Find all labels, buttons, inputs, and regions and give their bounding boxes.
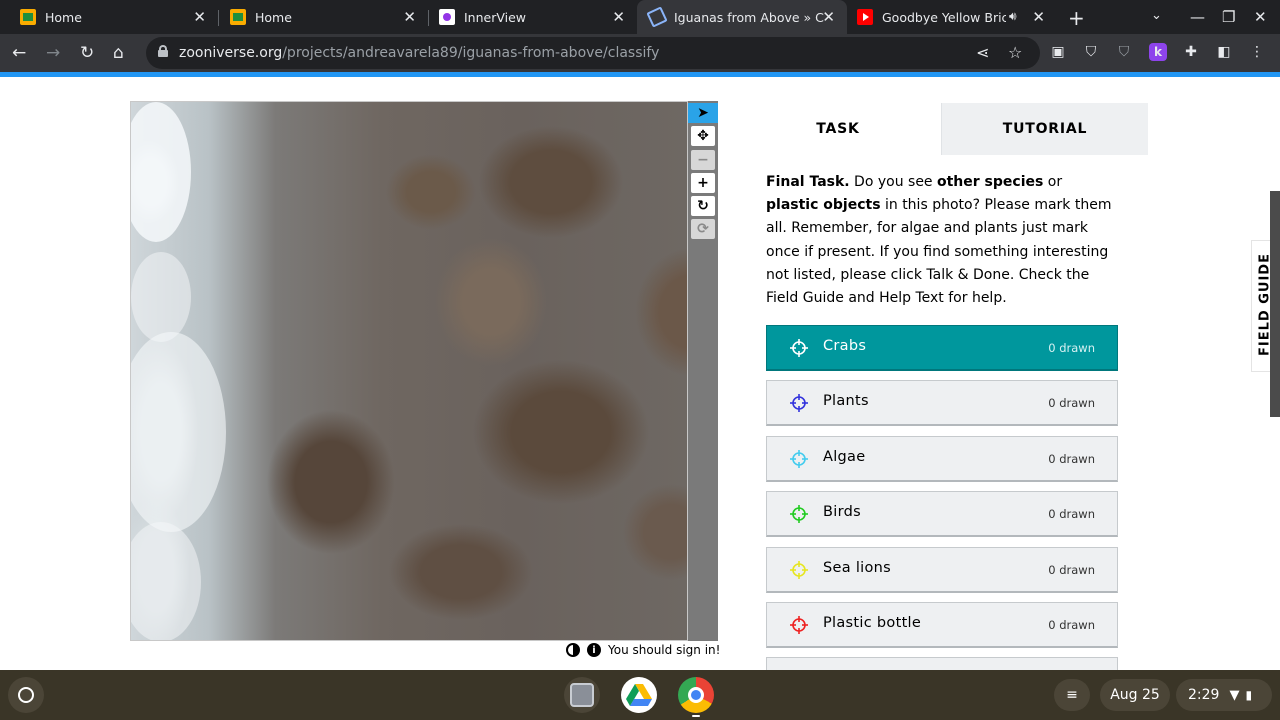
shield-outline-icon[interactable]: ⛉ [1115, 43, 1133, 61]
close-icon[interactable]: ✕ [822, 9, 835, 25]
tool-button-algae[interactable]: Algae 0 drawn [766, 435, 1118, 482]
media-controls-icon[interactable]: ≡ [1054, 679, 1090, 711]
browser-tab[interactable]: Goodbye Yellow Brick 🔊︎ ✕ [847, 0, 1057, 34]
tool-button-plastic-bottle[interactable]: Plastic bottle 0 drawn [766, 602, 1118, 648]
url-text[interactable]: zooniverse.org/projects/andreavarela89/i… [179, 45, 659, 61]
close-icon[interactable]: ✕ [612, 9, 625, 25]
signin-text: You should sign in! [608, 643, 721, 657]
files-app-icon[interactable] [564, 677, 600, 713]
home-icon[interactable]: ⌂ [113, 42, 124, 64]
tab-title: Home [255, 9, 292, 25]
tool-count: 0 drawn [1048, 451, 1095, 466]
close-icon[interactable]: ✕ [193, 9, 206, 25]
tool-button-plants[interactable]: Plants 0 drawn [766, 380, 1118, 427]
browser-toolbar: ← → ↻ ⌂ zooniverse.org/projects/andreava… [0, 34, 1280, 72]
menu-kebab-icon[interactable]: ⋮ [1248, 43, 1266, 61]
minimize-icon[interactable]: — [1190, 8, 1205, 26]
crosshair-icon [790, 616, 808, 634]
close-icon[interactable]: ✕ [403, 9, 416, 25]
tool-count: 0 drawn [1048, 396, 1095, 411]
close-icon[interactable]: ✕ [1032, 9, 1045, 25]
zooniverse-icon [646, 6, 668, 28]
youtube-icon [857, 9, 873, 25]
pointer-tool-icon[interactable]: ➤ [688, 103, 718, 123]
tab-task[interactable]: TASK [735, 103, 941, 155]
signin-notice: i You should sign in! [566, 643, 720, 657]
page-scrollbar[interactable] [1270, 191, 1280, 417]
info-icon[interactable]: i [587, 643, 601, 657]
task-instructions: Final Task. Do you see other species or … [766, 174, 1112, 307]
crosshair-icon [790, 449, 808, 468]
tool-label: Plants [823, 393, 869, 410]
shield-extension-icon[interactable]: ⛉ [1082, 43, 1100, 61]
rotate-icon[interactable]: ↻ [691, 196, 715, 216]
tool-label: Birds [823, 504, 861, 521]
contrast-icon[interactable] [566, 643, 580, 657]
extension-copy-icon[interactable]: ▣ [1049, 43, 1067, 61]
forward-icon[interactable]: → [46, 42, 60, 64]
zoom-in-icon[interactable]: + [691, 173, 715, 193]
photos-icon [20, 9, 36, 25]
browser-tab[interactable]: Home ✕ [0, 0, 218, 34]
tool-label: Crabs [823, 338, 867, 354]
crosshair-icon [790, 339, 808, 357]
bookmark-star-icon[interactable]: ☆ [1008, 43, 1022, 62]
pan-tool-icon[interactable]: ✥ [691, 126, 715, 146]
tool-button-birds[interactable]: Birds 0 drawn [766, 491, 1118, 538]
calendar-date[interactable]: Aug 25 [1100, 679, 1170, 711]
photos-icon [230, 9, 246, 25]
tool-count: 0 drawn [1048, 618, 1095, 632]
crosshair-icon [790, 560, 808, 579]
browser-tab-strip: Home ✕ Home ✕ InnerView ✕ Iguanas from A… [0, 0, 1280, 34]
tab-title: Home [45, 9, 82, 25]
tab-tutorial[interactable]: TUTORIAL [941, 103, 1148, 155]
os-shelf: ≡ Aug 25 2:29 ▼ ▮ [0, 670, 1280, 720]
tool-count: 0 drawn [1048, 507, 1095, 522]
tool-button-crabs[interactable]: Crabs 0 drawn [766, 325, 1118, 371]
browser-tab-active[interactable]: Iguanas from Above » Cla ✕ [637, 0, 847, 34]
tool-button-sea-lions[interactable]: Sea lions 0 drawn [766, 546, 1118, 593]
tab-search-icon[interactable]: ⌄ [1151, 8, 1162, 23]
wifi-icon: ▼ [1229, 687, 1240, 703]
system-tray[interactable]: 2:29 ▼ ▮ [1176, 679, 1272, 711]
google-drive-icon[interactable] [621, 677, 657, 713]
restore-icon[interactable]: ❐ [1222, 8, 1235, 26]
browser-tab[interactable]: InnerView ✕ [419, 0, 637, 34]
reset-view-icon[interactable]: ⟳ [691, 219, 715, 239]
side-panel-icon[interactable]: ◧ [1215, 43, 1233, 61]
panel-tabs: TASK TUTORIAL [735, 103, 1148, 155]
back-icon[interactable]: ← [12, 42, 26, 64]
tool-count: 0 drawn [1048, 341, 1095, 355]
image-toolbar: ➤ ✥ − + ↻ ⟳ [688, 101, 718, 641]
subject-image[interactable] [130, 101, 688, 641]
clock-time: 2:29 [1188, 687, 1220, 703]
crosshair-icon [790, 394, 808, 413]
tool-label: Sea lions [823, 559, 891, 576]
crosshair-icon [790, 505, 808, 524]
tab-title: Goodbye Yellow Brick [882, 9, 1006, 25]
extensions-puzzle-icon[interactable]: ✚ [1182, 43, 1200, 61]
launcher-icon[interactable] [8, 677, 44, 713]
audio-playing-icon[interactable]: 🔊︎ [1009, 9, 1017, 24]
tab-title: InnerView [464, 9, 527, 25]
share-icon[interactable]: ⋖ [976, 43, 989, 62]
k-extension-icon[interactable]: k [1149, 43, 1167, 61]
close-window-icon[interactable]: ✕ [1254, 8, 1267, 26]
zoom-out-icon[interactable]: − [691, 150, 715, 170]
innerview-icon [439, 9, 455, 25]
tool-label: Algae [823, 448, 866, 465]
chrome-app-icon[interactable] [678, 677, 714, 713]
lock-icon[interactable] [158, 45, 168, 57]
new-tab-icon[interactable]: + [1068, 6, 1085, 30]
task-panel: TASK TUTORIAL Final Task. Do you see oth… [735, 103, 1148, 704]
battery-icon: ▮ [1245, 688, 1253, 702]
tool-label: Plastic bottle [823, 615, 922, 631]
browser-tab[interactable]: Home ✕ [210, 0, 428, 34]
tab-title: Iguanas from Above » Cla [674, 9, 824, 25]
reload-icon[interactable]: ↻ [80, 42, 94, 64]
classify-page: ➤ ✥ − + ↻ ⟳ i You should sign in! TASK T… [0, 77, 1280, 704]
address-bar[interactable]: zooniverse.org/projects/andreavarela89/i… [146, 37, 1040, 69]
tool-count: 0 drawn [1048, 562, 1095, 577]
